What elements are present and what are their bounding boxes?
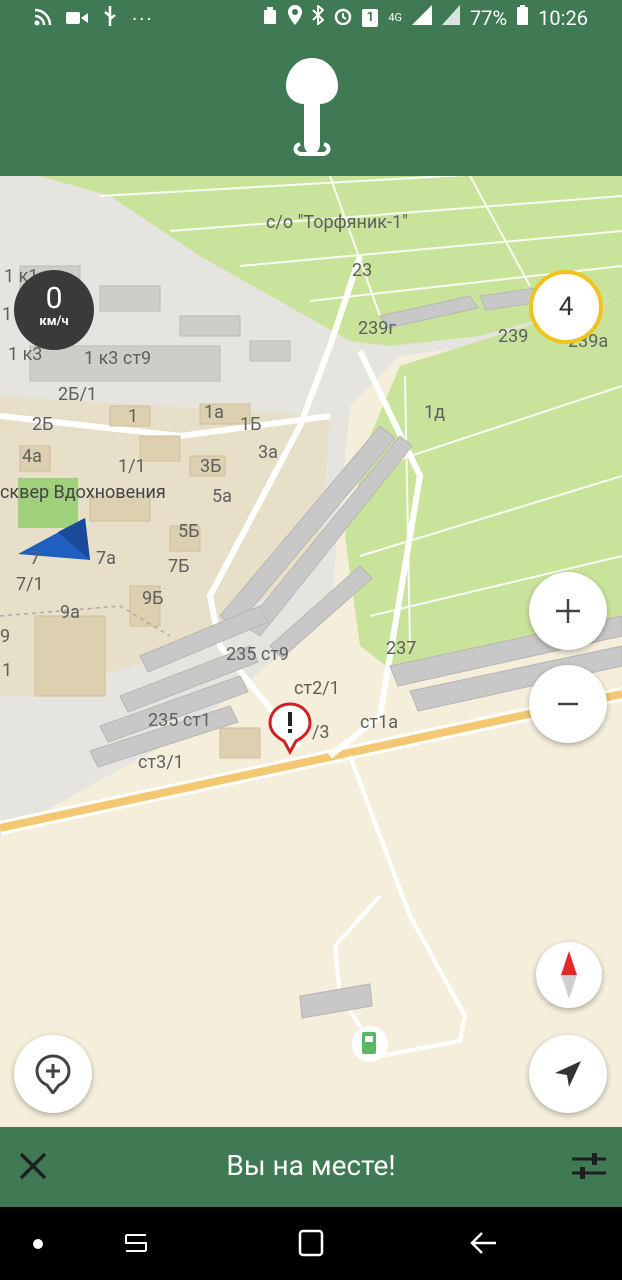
- map-label: ст2/1: [294, 678, 340, 699]
- add-pin-icon: [35, 1054, 71, 1094]
- rss-icon: [34, 7, 52, 31]
- arrival-message: Вы на месте!: [226, 1149, 396, 1182]
- map-label: 1: [2, 660, 13, 681]
- speed-unit: км/ч: [39, 314, 69, 329]
- map-label: 4а: [22, 446, 42, 467]
- zoom-out-button[interactable]: [529, 665, 607, 743]
- nav-dot-icon[interactable]: [33, 1239, 43, 1249]
- speed-value: 0: [45, 281, 63, 316]
- map-label: 1а: [204, 402, 224, 423]
- compass-icon: [561, 951, 577, 999]
- map-label: 237: [386, 638, 417, 659]
- app-header: [0, 36, 622, 176]
- map-label: 9Б: [142, 588, 164, 609]
- home-icon: [298, 1229, 324, 1257]
- map-label: 9а: [60, 602, 80, 623]
- network-type: 4G: [388, 11, 403, 24]
- mushroom-logo-icon: [286, 58, 338, 174]
- back-icon: [470, 1232, 496, 1254]
- sim-badge: 1: [362, 8, 379, 27]
- map-label: 1: [128, 406, 139, 427]
- zoom-in-button[interactable]: [529, 572, 607, 650]
- map-label: 7Б: [168, 556, 190, 577]
- bluetooth-icon: [312, 3, 325, 30]
- status-bar: ··· 1 4G 77% 10:26: [0, 0, 622, 36]
- add-place-button[interactable]: [14, 1035, 92, 1113]
- battery-percent: 77%: [470, 5, 508, 30]
- my-location-button[interactable]: [529, 1035, 607, 1113]
- video-icon: [66, 7, 88, 31]
- signal-icon: [412, 5, 433, 30]
- map-label: 2Б/1: [58, 384, 98, 405]
- map-label: 7а: [96, 548, 116, 569]
- map-label: 9: [0, 626, 11, 647]
- navigation-arrow-icon: [555, 1061, 581, 1087]
- back-button[interactable]: [470, 1229, 498, 1261]
- alarm-icon: [334, 6, 352, 30]
- map-label: 2Б: [32, 414, 54, 435]
- speed-indicator: 0 км/ч: [14, 270, 94, 350]
- map-label: /3: [312, 722, 330, 743]
- map-label: ст1а: [360, 712, 398, 733]
- location-icon: [288, 5, 303, 30]
- map-label: 3Б: [200, 456, 222, 477]
- plus-icon: [556, 599, 580, 623]
- map-label: 1/1: [118, 456, 146, 477]
- map-label: 1 к3 ст9: [84, 348, 152, 369]
- system-navigation-bar: [0, 1207, 622, 1280]
- map-label: ст3/1: [138, 752, 184, 773]
- recycle-icon: [262, 6, 278, 30]
- battery-icon: [517, 5, 529, 30]
- home-button[interactable]: [298, 1229, 324, 1261]
- minus-icon: [558, 702, 578, 706]
- map-label: 235 ст1: [148, 710, 212, 731]
- map-label-garden: с/о "Торфяник-1": [266, 212, 408, 233]
- sliders-icon: [572, 1153, 606, 1179]
- map-label: 1д: [424, 402, 445, 423]
- clock-time: 10:26: [538, 5, 588, 30]
- map-label: 239г: [358, 318, 396, 339]
- signal2-icon: [442, 5, 461, 30]
- map-label: 23: [352, 260, 373, 281]
- gas-station-icon: [352, 1026, 388, 1062]
- compass-button[interactable]: [536, 942, 602, 1008]
- map-label: 3а: [258, 442, 278, 463]
- map-label: 5а: [212, 486, 232, 507]
- recent-apps-button[interactable]: [122, 1229, 150, 1261]
- navigation-status-bar: Вы на месте!: [0, 1127, 622, 1207]
- map-label: 7/1: [16, 574, 44, 595]
- map-label: 235 ст9: [226, 644, 290, 665]
- map-label: 5Б: [178, 521, 200, 542]
- recents-icon: [125, 1234, 147, 1252]
- route-count-badge[interactable]: 4: [529, 270, 603, 344]
- map-label: 1Б: [240, 414, 262, 435]
- usb-icon: [102, 6, 118, 31]
- map-label: 7: [30, 548, 41, 569]
- more-notifications-icon: ···: [132, 6, 154, 31]
- settings-button[interactable]: [572, 1151, 606, 1185]
- map-label-square: сквер Вдохновения: [0, 482, 166, 503]
- map-label: 1 к3: [8, 344, 43, 365]
- map-label: 239: [498, 326, 529, 347]
